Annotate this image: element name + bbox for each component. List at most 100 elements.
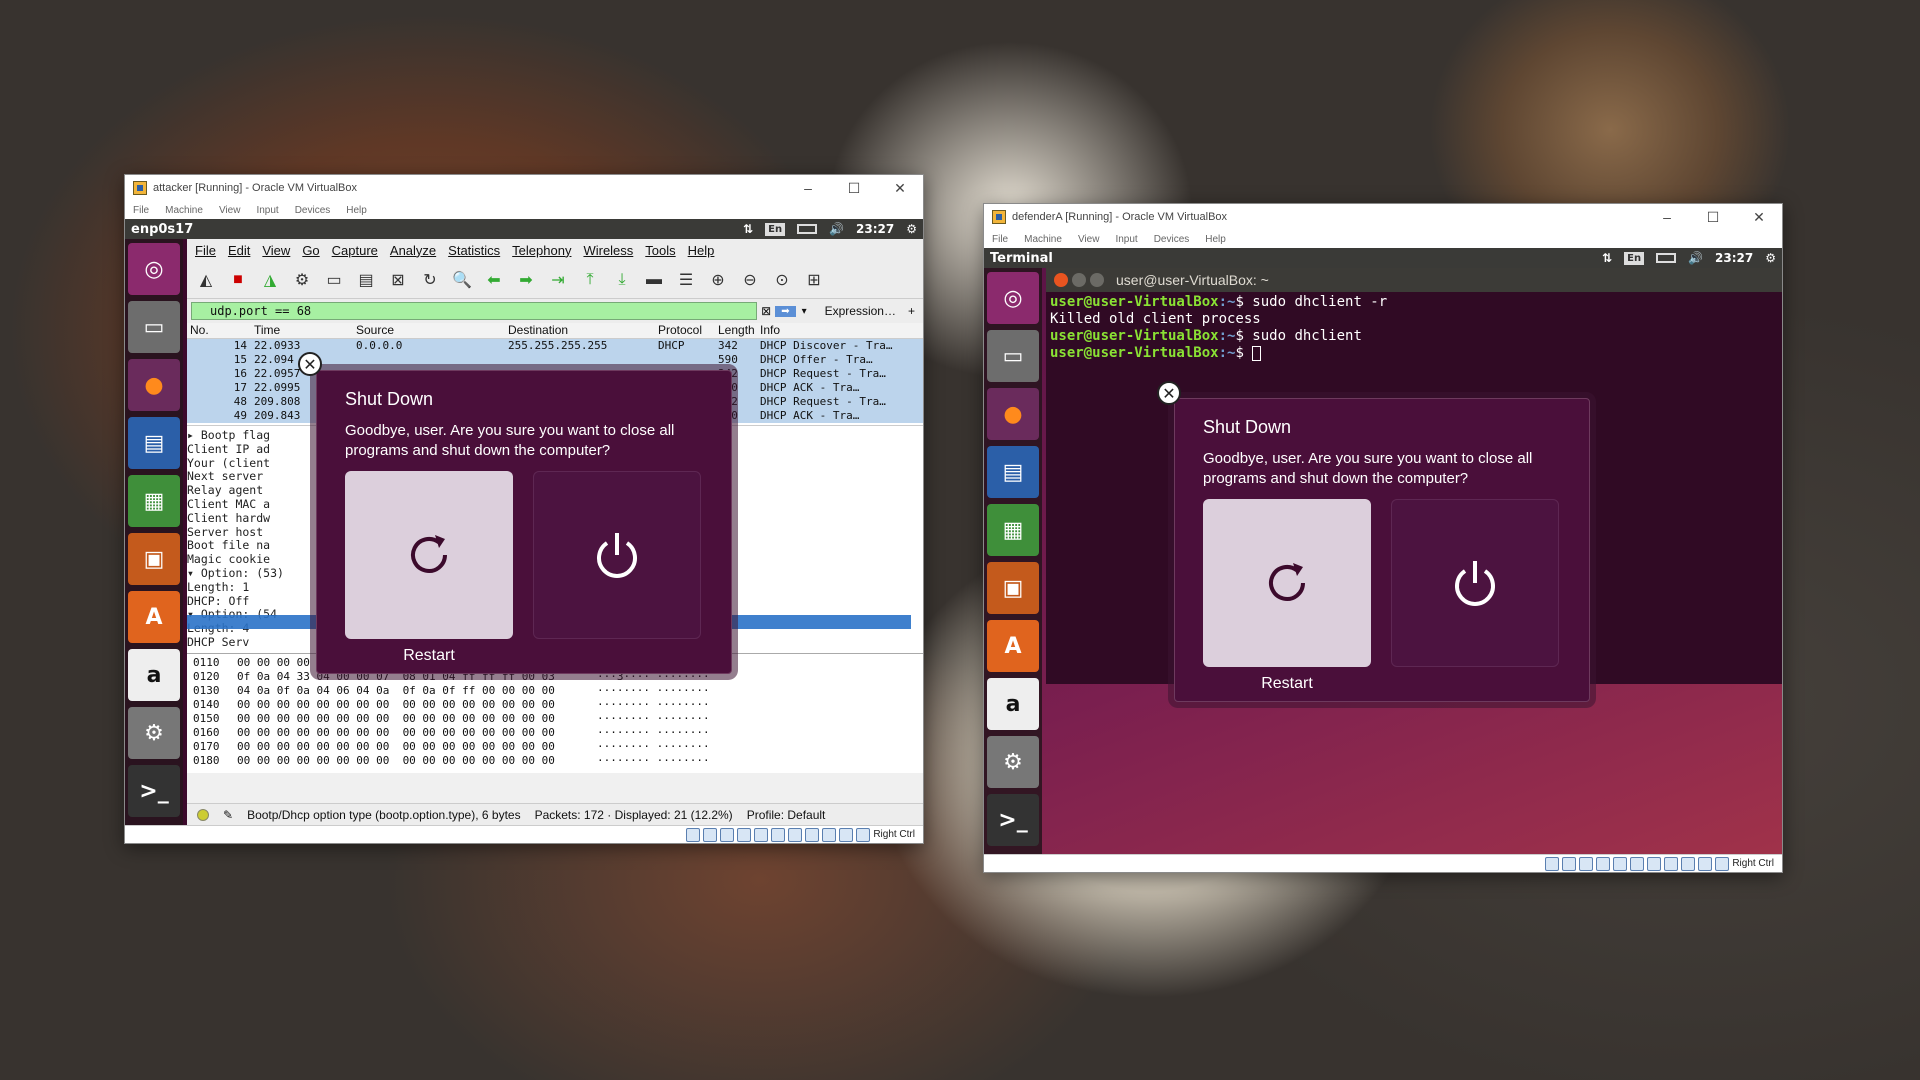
- hex-row[interactable]: 0180 00 00 00 00 00 00 00 00 00 00 00 00 …: [193, 754, 923, 768]
- ubuntu-logo-icon[interactable]: ◎: [987, 272, 1039, 324]
- vm-menu-help[interactable]: Help: [1205, 234, 1226, 245]
- hex-row[interactable]: 0150 00 00 00 00 00 00 00 00 00 00 00 00 …: [193, 712, 923, 726]
- restart-button[interactable]: [345, 471, 513, 639]
- col-length[interactable]: Length: [715, 323, 757, 338]
- ws-menu-wireless[interactable]: Wireless: [583, 243, 633, 258]
- defender-title-bar[interactable]: defenderA [Running] - Oracle VM VirtualB…: [984, 204, 1782, 230]
- vm-menu-input[interactable]: Input: [1115, 234, 1137, 245]
- terminal-title-bar[interactable]: user@user-VirtualBox: ~: [1046, 268, 1782, 292]
- col-no[interactable]: No.: [187, 323, 251, 338]
- defender-dialog-close-icon[interactable]: ✕: [1157, 381, 1181, 405]
- ws-menu-edit[interactable]: Edit: [228, 243, 250, 258]
- attacker-dialog-close-icon[interactable]: ✕: [298, 352, 322, 376]
- hex-row[interactable]: 0170 00 00 00 00 00 00 00 00 00 00 00 00 …: [193, 740, 923, 754]
- save-file-icon[interactable]: ▤: [353, 267, 379, 293]
- impress-icon[interactable]: ▣: [987, 562, 1039, 614]
- minimize-button[interactable]: –: [785, 180, 831, 197]
- power-off-button[interactable]: [533, 471, 701, 639]
- clock[interactable]: 23:27: [856, 222, 894, 236]
- display-status-icon[interactable]: [1647, 856, 1662, 871]
- minimize-button[interactable]: –: [1644, 209, 1690, 226]
- software-center-icon[interactable]: A: [128, 591, 180, 643]
- first-packet-icon[interactable]: ⤒: [577, 267, 603, 293]
- go-to-packet-icon[interactable]: ⇥: [545, 267, 571, 293]
- host-key-icon[interactable]: [856, 827, 871, 842]
- shared-folder-icon[interactable]: [1630, 856, 1645, 871]
- packet-row[interactable]: 14 22.0933 0.0.0.0 255.255.255.255 DHCP 342 DH…: [187, 339, 923, 353]
- open-file-icon[interactable]: ▭: [321, 267, 347, 293]
- col-destination[interactable]: Destination: [505, 323, 655, 338]
- amazon-icon[interactable]: a: [987, 678, 1039, 730]
- files-icon[interactable]: ▭: [987, 330, 1039, 382]
- terminal-minimize-icon[interactable]: [1072, 273, 1086, 287]
- optical-drive-icon[interactable]: [703, 827, 718, 842]
- volume-icon[interactable]: 🔊: [829, 222, 844, 236]
- network-status-icon[interactable]: [1596, 856, 1611, 871]
- resize-columns-icon[interactable]: ⊞: [801, 267, 827, 293]
- firefox-icon[interactable]: ●: [128, 359, 180, 411]
- reload-icon[interactable]: ↻: [417, 267, 443, 293]
- shared-folder-icon[interactable]: [771, 827, 786, 842]
- keyboard-lang[interactable]: En: [1624, 251, 1645, 265]
- files-icon[interactable]: ▭: [128, 301, 180, 353]
- vm-menu-help[interactable]: Help: [346, 205, 367, 216]
- network-icon[interactable]: ⇅: [1602, 251, 1612, 265]
- maximize-button[interactable]: ☐: [1690, 209, 1736, 226]
- vm-menu-devices[interactable]: Devices: [1154, 234, 1190, 245]
- writer-icon[interactable]: ▤: [987, 446, 1039, 498]
- last-packet-icon[interactable]: ⤓: [609, 267, 635, 293]
- writer-icon[interactable]: ▤: [128, 417, 180, 469]
- terminal-close-icon[interactable]: [1054, 273, 1068, 287]
- hdd-status-icon[interactable]: [1545, 856, 1560, 871]
- hex-row[interactable]: 0130 04 0a 0f 0a 04 06 04 0a 0f 0a 0f ff …: [193, 684, 923, 698]
- network-icon[interactable]: ⇅: [743, 222, 753, 236]
- power-off-button[interactable]: [1391, 499, 1559, 667]
- software-center-icon[interactable]: A: [987, 620, 1039, 672]
- expression-button[interactable]: Expression…: [825, 304, 896, 318]
- network-status-icon[interactable]: [737, 827, 752, 842]
- system-settings-icon[interactable]: ⚙: [128, 707, 180, 759]
- colorize-icon[interactable]: ☰: [673, 267, 699, 293]
- vm-menu-machine[interactable]: Machine: [165, 205, 203, 216]
- capture-options-icon[interactable]: ⚙: [289, 267, 315, 293]
- stop-capture-icon[interactable]: ■: [225, 267, 251, 293]
- hdd-status-icon[interactable]: [686, 827, 701, 842]
- find-packet-icon[interactable]: 🔍: [449, 267, 475, 293]
- ws-menu-telephony[interactable]: Telephony: [512, 243, 571, 258]
- volume-icon[interactable]: 🔊: [1688, 251, 1703, 265]
- go-forward-icon[interactable]: ➡: [513, 267, 539, 293]
- cpu-status-icon[interactable]: [822, 827, 837, 842]
- recording-icon[interactable]: [1664, 856, 1679, 871]
- clock[interactable]: 23:27: [1715, 251, 1753, 265]
- vm-menu-view[interactable]: View: [1078, 234, 1100, 245]
- autoscroll-icon[interactable]: ▬: [641, 267, 667, 293]
- impress-icon[interactable]: ▣: [128, 533, 180, 585]
- ws-menu-help[interactable]: Help: [688, 243, 715, 258]
- ws-menu-view[interactable]: View: [262, 243, 290, 258]
- clear-filter-icon[interactable]: ⊠: [761, 304, 771, 318]
- gear-icon[interactable]: ⚙: [906, 222, 917, 236]
- usb-status-icon[interactable]: [1613, 856, 1628, 871]
- apply-filter-icon[interactable]: ➡: [775, 305, 796, 317]
- optical-drive-icon[interactable]: [1562, 856, 1577, 871]
- normal-size-icon[interactable]: ⊙: [769, 267, 795, 293]
- zoom-out-icon[interactable]: ⊖: [737, 267, 763, 293]
- col-time[interactable]: Time: [251, 323, 353, 338]
- vm-menu-view[interactable]: View: [219, 205, 241, 216]
- amazon-icon[interactable]: a: [128, 649, 180, 701]
- ubuntu-logo-icon[interactable]: ◎: [128, 243, 180, 295]
- gear-icon[interactable]: ⚙: [1765, 251, 1776, 265]
- display-status-icon[interactable]: [788, 827, 803, 842]
- keyboard-lang[interactable]: En: [765, 222, 786, 236]
- close-button[interactable]: ✕: [877, 180, 923, 197]
- terminal-icon[interactable]: >_: [128, 765, 180, 817]
- audio-status-icon[interactable]: [720, 827, 735, 842]
- cpu-status-icon[interactable]: [1681, 856, 1696, 871]
- hex-row[interactable]: 0140 00 00 00 00 00 00 00 00 00 00 00 00 …: [193, 698, 923, 712]
- display-filter-input[interactable]: udp.port == 68: [191, 302, 758, 320]
- calc-icon[interactable]: ▦: [987, 504, 1039, 556]
- host-key-icon[interactable]: [1715, 856, 1730, 871]
- ws-menu-statistics[interactable]: Statistics: [448, 243, 500, 258]
- terminal-maximize-icon[interactable]: [1090, 273, 1104, 287]
- shark-fin-icon[interactable]: ◭: [193, 267, 219, 293]
